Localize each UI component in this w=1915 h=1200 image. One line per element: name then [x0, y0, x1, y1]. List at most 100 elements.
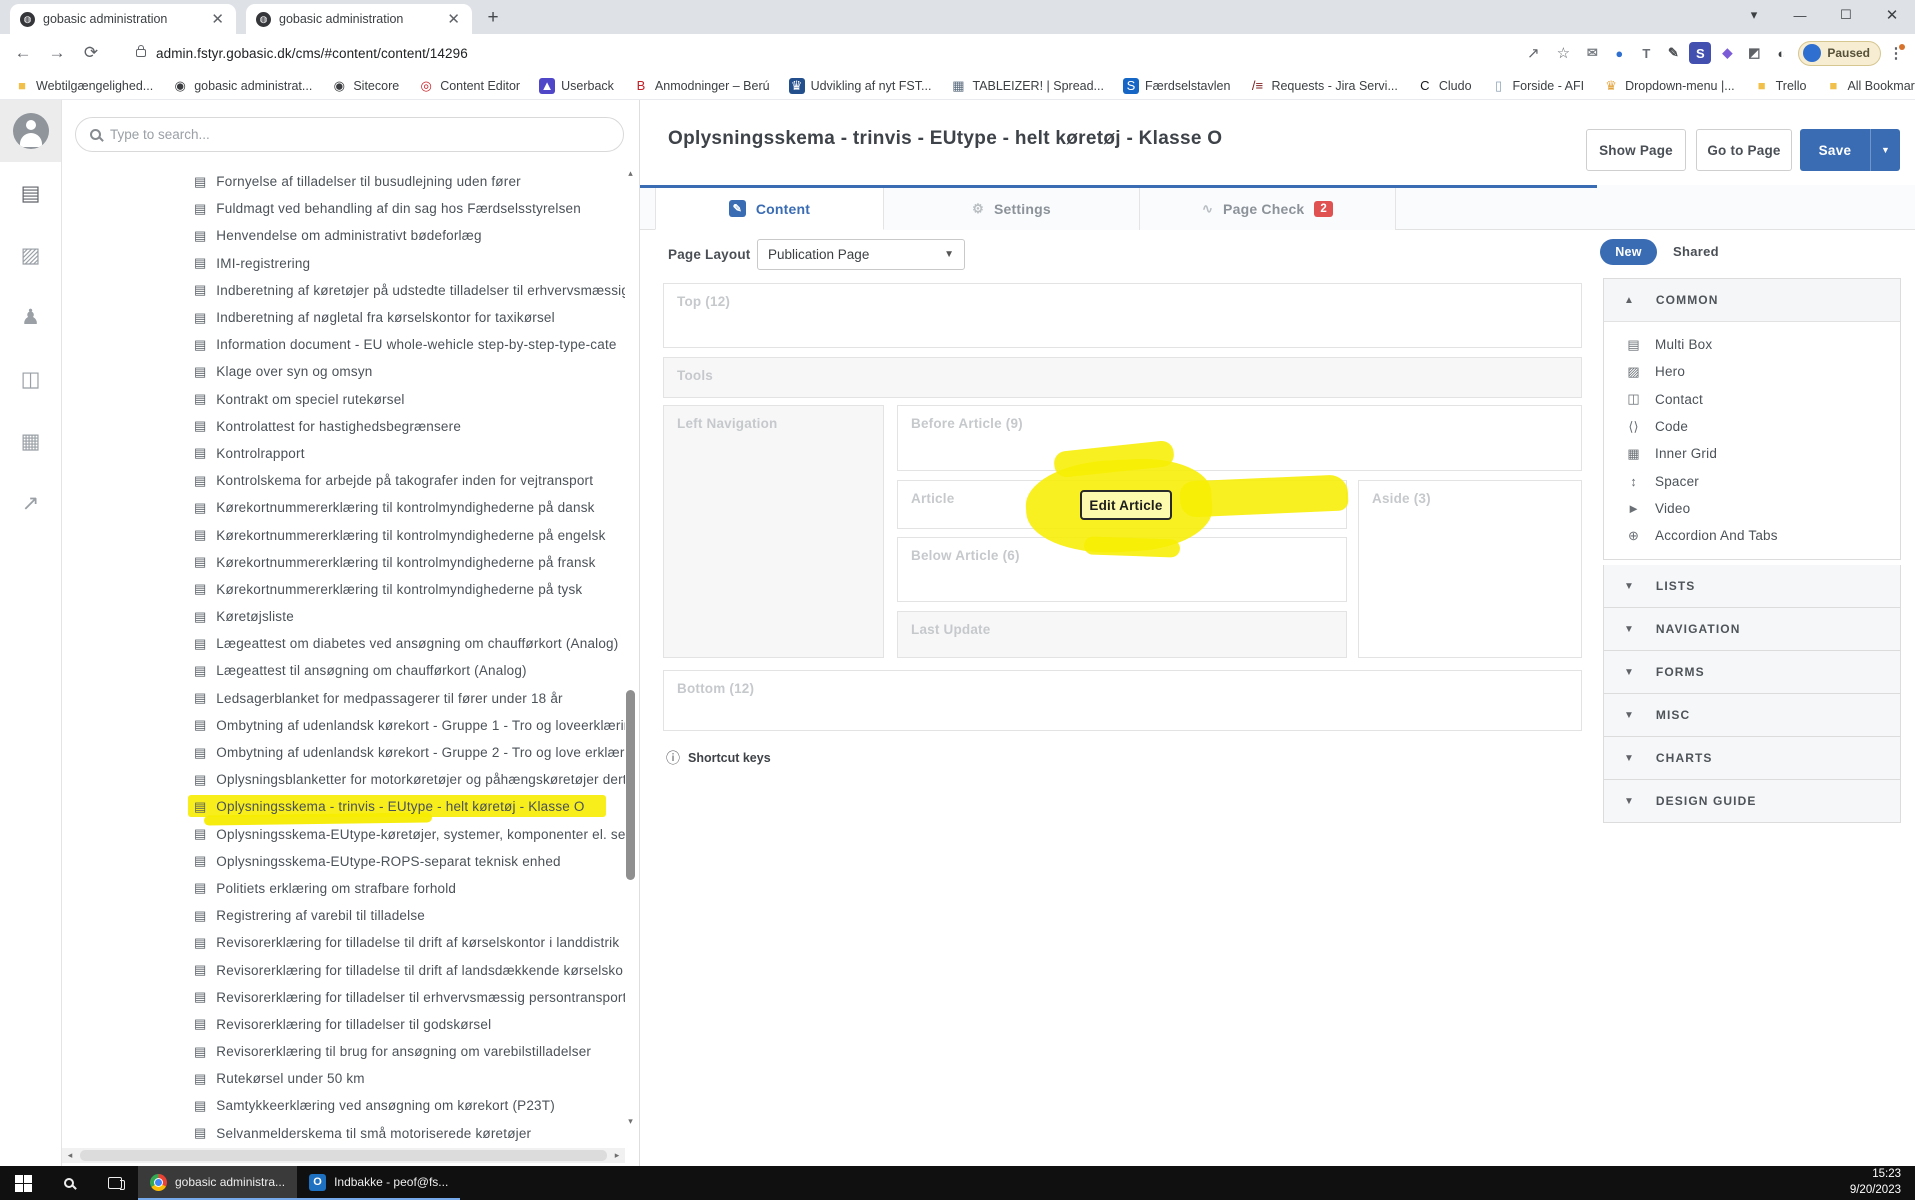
bookmark[interactable]: B Anmodninger – Berú [633, 78, 770, 94]
tab-settings[interactable]: ⚙ Settings [884, 188, 1140, 230]
media-icon[interactable]: ▨ [0, 224, 61, 286]
vertical-scrollbar[interactable]: ▴ ▾ [624, 168, 637, 1146]
extension-icon[interactable]: ◆ [1716, 42, 1738, 64]
tables-icon[interactable]: ▦ [0, 410, 61, 472]
component-item[interactable]: ◫ Contact [1604, 386, 1900, 413]
scrollbar-thumb[interactable] [80, 1150, 607, 1161]
bookmark[interactable]: C Cludo [1417, 78, 1472, 94]
forward-icon[interactable]: → [40, 43, 74, 63]
reload-icon[interactable]: ⟳ [74, 43, 108, 63]
scrollbar-thumb[interactable] [626, 690, 635, 880]
list-item[interactable]: Revisorerklæring for tilladelse til drif… [62, 956, 625, 983]
profile-paused-chip[interactable]: Paused [1798, 41, 1881, 66]
scroll-down-icon[interactable]: ▾ [624, 1116, 637, 1130]
zone-bottom[interactable]: Bottom (12) [663, 670, 1582, 731]
zone-top[interactable]: Top (12) [663, 283, 1582, 348]
new-tab-button[interactable]: + [480, 5, 506, 31]
list-item[interactable]: Lægeattest til ansøgning om chaufførkort… [62, 657, 625, 684]
bookmark[interactable]: ♛ Dropdown-menu |... [1603, 78, 1735, 94]
taskbar-clock[interactable]: 15:23 9/20/2023 [1850, 1167, 1915, 1198]
save-button[interactable]: Save ▼ [1800, 129, 1900, 171]
shortcut-keys[interactable]: ⓘ Shortcut keys [666, 748, 771, 768]
bookmark[interactable]: ▲ Userback [539, 78, 614, 94]
list-item[interactable]: Politiets erklæring om strafbare forhold [62, 875, 625, 902]
show-page-button[interactable]: Show Page [1586, 129, 1686, 171]
list-item[interactable]: Ledsagerblanket for medpassagerer til fø… [62, 685, 625, 712]
section-header[interactable]: ▼ NAVIGATION [1603, 608, 1901, 651]
extension-icon[interactable]: ✎ [1662, 42, 1684, 64]
section-header[interactable]: ▼ MISC [1603, 694, 1901, 737]
list-item[interactable]: Fuldmagt ved behandling af din sag hos F… [62, 195, 625, 222]
list-item[interactable]: Kontrolrapport [62, 440, 625, 467]
component-item[interactable]: ↕ Spacer [1604, 467, 1900, 494]
list-item[interactable]: Kørekortnummererklæring til kontrolmyndi… [62, 549, 625, 576]
list-item[interactable]: Kørekortnummererklæring til kontrolmyndi… [62, 521, 625, 548]
list-item[interactable]: Revisorerklæring for tilladelser til erh… [62, 984, 625, 1011]
task-view-button[interactable] [92, 1166, 138, 1200]
tab-content[interactable]: ✎ Content [655, 188, 884, 230]
save-label[interactable]: Save [1800, 129, 1870, 171]
list-item[interactable]: Oplysningsskema-EUtype-ROPS-separat tekn… [62, 848, 625, 875]
section-header[interactable]: ▼ LISTS [1603, 565, 1901, 608]
extension-icon[interactable]: ◐ [1770, 42, 1792, 64]
zone-aside[interactable]: Aside (3) [1358, 480, 1582, 658]
component-item[interactable]: ⊕ Accordion And Tabs [1604, 522, 1900, 549]
taskbar-search-button[interactable] [46, 1166, 92, 1200]
browser-tab-1[interactable]: ◍ gobasic administration ✕ [10, 4, 236, 34]
bookmark[interactable]: S Færdselstavlen [1123, 78, 1230, 94]
bookmark[interactable]: ■ Trello [1754, 78, 1807, 94]
bookmark[interactable]: ◉ gobasic administrat... [172, 78, 312, 94]
zone-tools[interactable]: Tools [663, 357, 1582, 398]
section-header[interactable]: ▼ CHARTS [1603, 737, 1901, 780]
extension-icon[interactable]: S [1689, 42, 1711, 64]
section-header[interactable]: ▼ DESIGN GUIDE [1603, 780, 1901, 823]
list-item[interactable]: Henvendelse om administrativt bødeforlæg [62, 222, 625, 249]
list-item[interactable]: Rutekørsel under 50 km [62, 1065, 625, 1092]
back-icon[interactable]: ← [6, 43, 40, 63]
zone-left-navigation[interactable]: Left Navigation [663, 405, 884, 658]
bookmark[interactable]: ▦ TABLEIZER! | Spread... [950, 78, 1104, 94]
bookmark[interactable]: ▯ Forside - AFI [1491, 78, 1585, 94]
list-item[interactable]: Klage over syn og omsyn [62, 358, 625, 385]
list-item[interactable]: Information document - EU whole-wehicle … [62, 331, 625, 358]
scroll-left-icon[interactable]: ◂ [62, 1150, 78, 1161]
list-item[interactable]: Fornyelse af tilladelser til busudlejnin… [62, 168, 625, 195]
list-item[interactable]: Køretøjsliste [62, 603, 625, 630]
url-text[interactable]: admin.fstyr.gobasic.dk/cms/#content/cont… [156, 46, 468, 61]
section-header[interactable]: ▼ FORMS [1603, 651, 1901, 694]
contacts-icon[interactable]: ◫ [0, 348, 61, 410]
common-section-header[interactable]: ▲ COMMON [1604, 279, 1900, 322]
list-item[interactable]: IMI-registrering [62, 250, 625, 277]
list-item[interactable]: Revisorerklæring til brug for ansøgning … [62, 1038, 625, 1065]
component-item[interactable]: ▤ Multi Box [1604, 331, 1900, 358]
list-item[interactable]: Lægeattest om diabetes ved ansøgning om … [62, 630, 625, 657]
shared-toggle-button[interactable]: Shared [1673, 244, 1719, 259]
lock-icon[interactable] [136, 49, 146, 57]
list-item[interactable]: Ombytning af udenlandsk kørekort - Grupp… [62, 739, 625, 766]
extension-icon[interactable]: ◩ [1743, 42, 1765, 64]
scroll-right-icon[interactable]: ▸ [609, 1150, 625, 1161]
list-item[interactable]: Oplysningsskema - trinvis - EUtype - hel… [62, 793, 625, 820]
extension-icon[interactable]: ● [1608, 42, 1630, 64]
analytics-icon[interactable]: ↗ [0, 472, 61, 534]
bookmark-star-icon[interactable]: ☆ [1551, 44, 1575, 62]
maximize-button[interactable]: ☐ [1823, 7, 1869, 23]
taskbar-app-chrome[interactable]: gobasic administra... [138, 1166, 297, 1200]
list-item[interactable]: Kørekortnummererklæring til kontrolmyndi… [62, 576, 625, 603]
documents-icon[interactable]: ▤ [0, 162, 61, 224]
list-item[interactable]: Indberetning af nøgletal fra kørselskont… [62, 304, 625, 331]
bookmark[interactable]: ♛ Udvikling af nyt FST... [789, 78, 932, 94]
page-layout-select[interactable]: Publication Page ▼ [757, 239, 965, 270]
search-input[interactable] [110, 127, 609, 142]
list-item[interactable]: Oplysningsblanketter for motorkøretøjer … [62, 766, 625, 793]
rail-profile-block[interactable] [0, 100, 61, 162]
scroll-up-icon[interactable]: ▴ [624, 168, 637, 182]
list-item[interactable]: Ombytning af udenlandsk kørekort - Grupp… [62, 712, 625, 739]
component-item[interactable]: ▨ Hero [1604, 358, 1900, 385]
zone-before-article[interactable]: Before Article (9) [897, 405, 1582, 471]
close-window-button[interactable]: ✕ [1869, 6, 1915, 24]
tab-page-check[interactable]: ∿ Page Check 2 [1140, 188, 1396, 230]
start-button[interactable] [0, 1166, 46, 1200]
new-toggle-button[interactable]: New [1600, 239, 1657, 265]
browser-menu-icon[interactable]: ⋮ [1887, 44, 1905, 62]
